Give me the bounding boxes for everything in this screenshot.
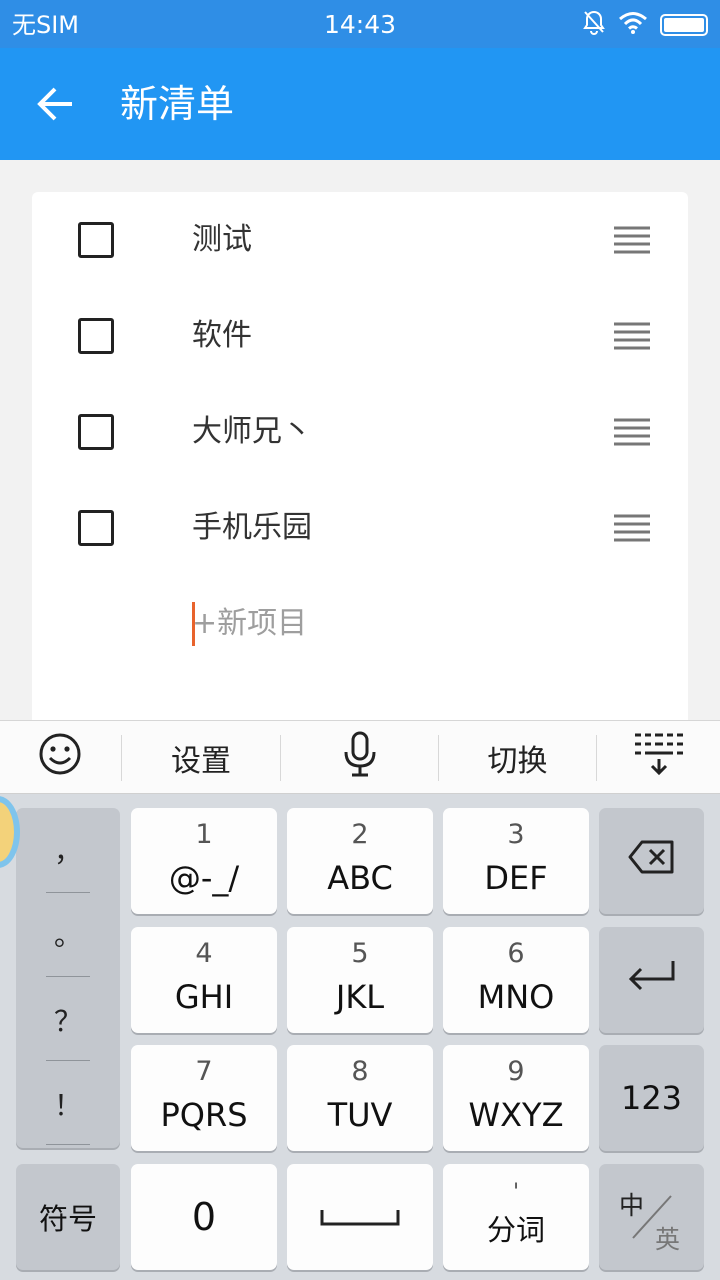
key-letters: WXYZ (468, 1096, 564, 1134)
voice-input-button[interactable] (281, 721, 438, 795)
space-key[interactable] (287, 1164, 433, 1270)
item-checkbox[interactable] (78, 414, 114, 450)
item-label[interactable]: 手机乐园 (192, 506, 312, 550)
punct-divider (46, 1144, 90, 1145)
key-0[interactable]: 0 (131, 1164, 277, 1270)
checklist-card: 测试 软件 大师兄丶 手机乐园 +新项目 (32, 192, 688, 752)
back-arrow-icon[interactable] (30, 78, 82, 130)
key-letters: ABC (327, 859, 393, 897)
numeric-switch-key[interactable]: 123 (599, 1045, 704, 1151)
enter-arrow-icon (627, 959, 677, 1001)
item-checkbox[interactable] (78, 318, 114, 354)
keyboard-collapse-icon (633, 731, 685, 785)
symbols-label: 符号 (38, 1202, 97, 1236)
key-9[interactable]: 9 WXYZ (443, 1045, 589, 1151)
punct-key[interactable]: ！ (16, 1062, 120, 1146)
item-checkbox[interactable] (78, 222, 114, 258)
space-bar-icon (320, 1198, 400, 1236)
key-letters: TUV (327, 1096, 393, 1134)
key-letters: @-_/ (168, 859, 240, 897)
punct-key[interactable]: ？ (16, 978, 120, 1062)
key-5[interactable]: 5 JKL (287, 927, 433, 1033)
symbols-key[interactable]: 符号 (16, 1164, 120, 1270)
emoji-button[interactable] (0, 721, 120, 795)
bell-muted-icon (582, 10, 606, 40)
key-number: 9 (507, 1056, 525, 1087)
drag-handle-icon[interactable] (612, 222, 652, 258)
checklist-item: 大师兄丶 (32, 384, 688, 480)
item-label[interactable]: 软件 (192, 314, 252, 358)
segment-label: 分词 (486, 1213, 545, 1247)
punctuation-column: ， 。 ？ ！ (16, 808, 120, 1148)
item-label[interactable]: 测试 (192, 218, 252, 262)
battery-icon (660, 14, 708, 36)
key-number: 3 (507, 819, 525, 850)
new-item-input[interactable]: +新项目 (192, 602, 612, 646)
microphone-icon (340, 730, 380, 786)
keyboard-toolbar: 设置 切换 (0, 720, 720, 794)
checklist-item: 测试 (32, 192, 688, 288)
segment-mark: ' (512, 1180, 520, 1205)
punct-divider (46, 976, 90, 977)
enter-key[interactable] (599, 927, 704, 1033)
segment-key[interactable]: ' 分词 (443, 1164, 589, 1270)
key-number: 8 (351, 1056, 369, 1087)
key-7[interactable]: 7 PQRS (131, 1045, 277, 1151)
backspace-icon (628, 839, 676, 883)
hide-keyboard-button[interactable] (597, 721, 720, 795)
zero-label: 0 (191, 1195, 217, 1239)
key-number: 5 (351, 938, 369, 969)
drag-handle-icon[interactable] (612, 318, 652, 354)
key-number: 6 (507, 938, 525, 969)
lang-secondary-label: 英 (655, 1225, 681, 1254)
key-number: 7 (195, 1056, 213, 1087)
key-8[interactable]: 8 TUV (287, 1045, 433, 1151)
numeric-switch-label: 123 (620, 1079, 683, 1117)
key-1[interactable]: 1 @-_/ (131, 808, 277, 914)
switch-keyboard-button[interactable]: 切换 (439, 721, 596, 795)
key-letters: MNO (477, 978, 555, 1016)
key-number: 4 (195, 938, 213, 969)
new-item-placeholder: +新项目 (192, 606, 308, 641)
key-letters: GHI (174, 978, 234, 1016)
item-label[interactable]: 大师兄丶 (192, 410, 312, 454)
backspace-key[interactable] (599, 808, 704, 914)
key-letters: DEF (484, 859, 548, 897)
checklist-item: 软件 (32, 288, 688, 384)
app-bar: 新清单 (0, 48, 720, 160)
key-6[interactable]: 6 MNO (443, 927, 589, 1033)
keyboard-settings-button[interactable]: 设置 (122, 721, 280, 795)
drag-handle-icon[interactable] (612, 414, 652, 450)
smiley-icon (38, 732, 82, 784)
drag-handle-icon[interactable] (612, 510, 652, 546)
key-4[interactable]: 4 GHI (131, 927, 277, 1033)
key-letters: JKL (335, 978, 385, 1016)
key-number: 1 (195, 819, 213, 850)
checklist-item: 手机乐园 (32, 480, 688, 576)
language-switch-key[interactable]: 中 英 (599, 1164, 704, 1270)
t9-keyboard: ， 。 ？ ！ 1 @-_/ 2 ABC 3 DEF 4 GHI 5 JKL 6… (0, 794, 720, 1280)
text-caret (192, 602, 195, 646)
status-bar: 无SIM 14:43 (0, 0, 720, 48)
key-3[interactable]: 3 DEF (443, 808, 589, 914)
punct-key[interactable]: 。 (16, 892, 120, 976)
wifi-icon (618, 11, 648, 39)
key-letters: PQRS (160, 1096, 248, 1134)
punct-key[interactable]: ， (16, 808, 120, 892)
key-number: 2 (351, 819, 369, 850)
key-2[interactable]: 2 ABC (287, 808, 433, 914)
item-checkbox[interactable] (78, 510, 114, 546)
punct-divider (46, 1060, 90, 1061)
page-title: 新清单 (120, 82, 235, 126)
